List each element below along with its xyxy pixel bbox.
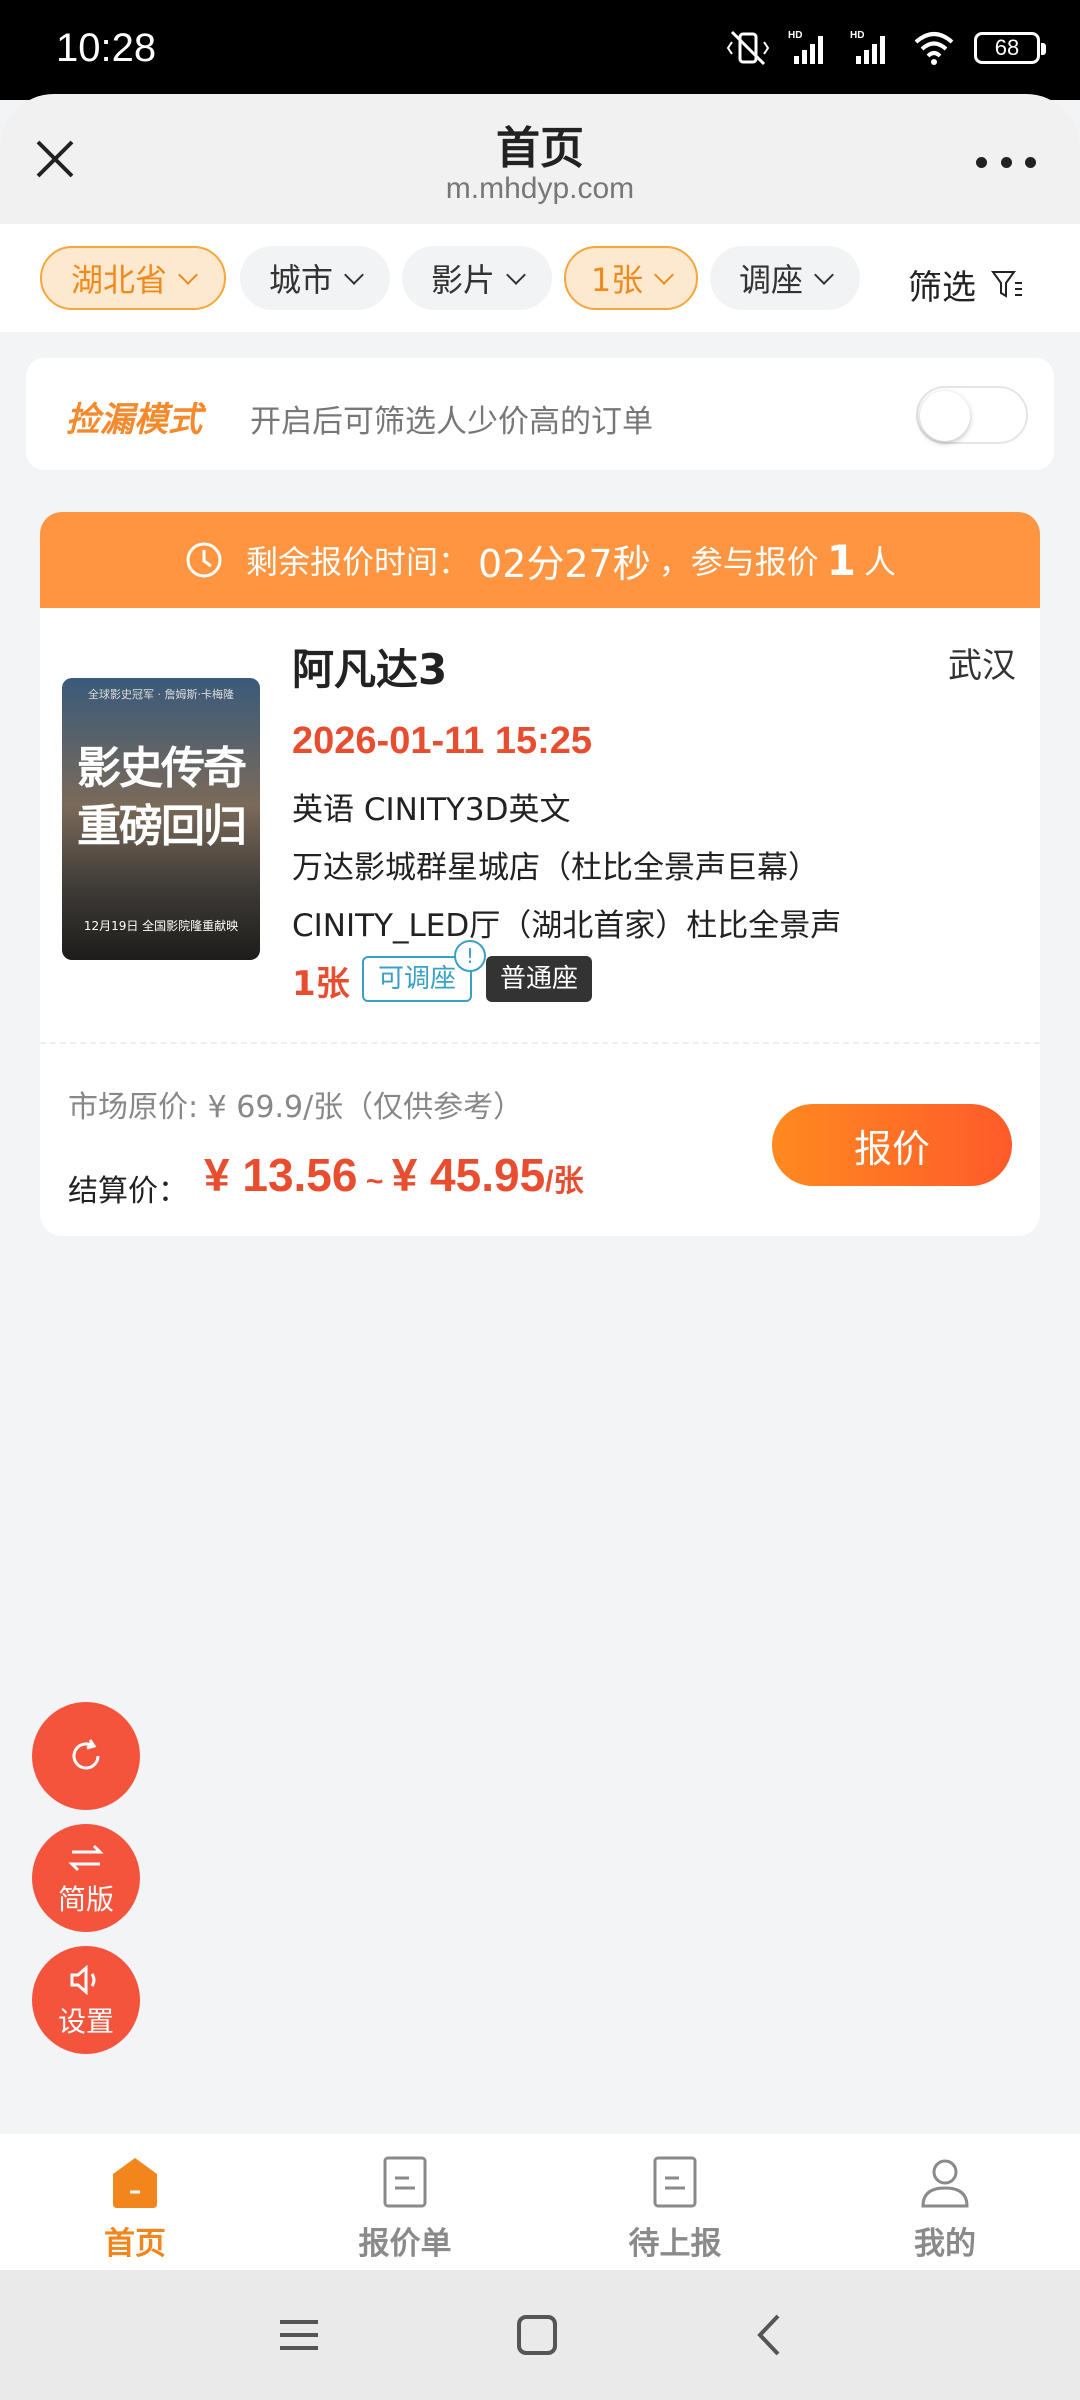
signal-hd-icon: HD <box>788 30 823 64</box>
simple-version-label: 简版 <box>57 1883 114 1916</box>
timer-label: 剩余报价时间： <box>246 543 471 581</box>
settle-price-max: ¥ 45.95 <box>391 1149 546 1201</box>
battery-icon: 68 <box>974 32 1046 64</box>
page-title: 首页 <box>496 123 584 174</box>
swap-icon <box>68 1844 104 1872</box>
filter-chip-label: 湖北省 <box>70 261 167 299</box>
nav-item-pending[interactable]: 待上报 <box>540 2134 810 2270</box>
settings-label: 设置 <box>57 2005 114 2038</box>
user-icon <box>921 2159 969 2208</box>
hall-name: CINITY_LED厅（湖北首家）杜比全景声 <box>292 908 842 944</box>
movie-poster: 全球影史冠军 · 詹姆斯·卡梅隆 影史传奇重磅回归 12月19日 全国影院隆重献… <box>62 678 260 960</box>
showtime: 2026-01-11 15:25 <box>292 720 593 762</box>
dot-icon <box>1000 156 1012 168</box>
participants-count: 1 <box>826 535 856 585</box>
mute-vibrate-icon <box>726 30 770 66</box>
svg-text:HD: HD <box>788 30 802 41</box>
filter-chip-label: 调座 <box>738 261 803 299</box>
chevron-down-icon <box>178 265 198 285</box>
participants-suffix: 人 <box>863 543 896 581</box>
settings-button[interactable]: 设置 <box>32 1946 140 2054</box>
city-label: 武汉 <box>948 646 1016 686</box>
filter-chip-city[interactable]: 城市 <box>240 246 390 310</box>
dot-icon <box>1025 156 1036 168</box>
filter-button-label: 筛选 <box>908 268 976 308</box>
movie-title: 阿凡达3 <box>292 645 448 694</box>
menu-icon[interactable] <box>274 2310 324 2360</box>
participants-prefix: ，参与报价 <box>658 543 819 581</box>
settle-price-label: 结算价： <box>68 1174 188 1209</box>
refresh-button[interactable] <box>32 1702 140 1810</box>
signal-hd-icon-2: HD <box>850 30 885 64</box>
nav-label: 首页 <box>104 2226 166 2262</box>
filter-chip-seat-adjust[interactable]: 调座 <box>710 246 860 310</box>
nav-label: 待上报 <box>628 2226 722 2262</box>
bargain-mode-toggle[interactable] <box>916 386 1028 444</box>
bottom-nav: 首页 报价单 待上报 我的 <box>0 2134 1080 2270</box>
order-timer-bar: 剩余报价时间： 02分27秒 ，参与报价 1 人 <box>40 512 1040 608</box>
nav-label: 报价单 <box>358 2226 452 2262</box>
settle-price: ¥ 13.56 ~ ¥ 45.95/张 <box>204 1148 584 1202</box>
clock-icon <box>186 542 222 578</box>
wifi-icon <box>914 32 954 65</box>
divider <box>40 1042 1040 1044</box>
filter-chip-label: 影片 <box>430 261 495 299</box>
filter-chip-province[interactable]: 湖北省 <box>40 246 226 310</box>
settle-price-separator: ~ <box>357 1165 392 1198</box>
home-square-icon[interactable] <box>512 2310 562 2360</box>
seat-type-tag: 普通座 <box>486 956 593 1002</box>
filter-chip-label: 1张 <box>590 261 644 299</box>
nav-item-quotes[interactable]: 报价单 <box>270 2134 540 2270</box>
poster-headline: 影史传奇重磅回归 <box>77 743 247 852</box>
chevron-down-icon <box>506 265 526 285</box>
filter-chip-quantity[interactable]: 1张 <box>564 246 698 310</box>
svg-text:HD: HD <box>850 30 864 41</box>
cinema-name: 万达影城群星城店（杜比全景声巨幕） <box>292 850 819 886</box>
more-options-button[interactable] <box>976 152 1036 172</box>
market-price: 市场原价: ¥ 69.9/张（仅供参考） <box>68 1090 524 1125</box>
refresh-icon <box>72 1739 100 1770</box>
filter-chip-label: 城市 <box>268 261 333 299</box>
dot-icon <box>976 156 987 168</box>
poster-date-text: 12月19日 全国影院隆重献映 <box>83 919 239 933</box>
poster-top-text: 全球影史冠军 · 詹姆斯·卡梅隆 <box>88 688 234 701</box>
language-format: 英语 CINITY3D英文 <box>292 792 571 828</box>
browser-header: 首页 m.mhdyp.com <box>0 94 1080 224</box>
settle-price-min: ¥ 13.56 <box>204 1149 358 1201</box>
chevron-down-icon <box>344 265 364 285</box>
speaker-icon <box>70 1964 96 1996</box>
document-icon <box>383 2156 427 2208</box>
status-time: 10:28 <box>56 26 157 70</box>
nav-item-home[interactable]: 首页 <box>0 2134 270 2270</box>
document-icon <box>653 2156 697 2208</box>
system-nav-bar <box>0 2270 1080 2400</box>
toggle-knob <box>920 391 970 441</box>
chevron-down-icon <box>814 265 834 285</box>
timer-value: 02分27秒 <box>478 541 651 586</box>
order-card[interactable]: 剩余报价时间： 02分27秒 ，参与报价 1 人 全球影史冠军 · 詹姆斯·卡梅… <box>40 512 1040 1236</box>
filter-button[interactable]: 筛选 <box>908 260 1024 309</box>
info-icon[interactable]: ! <box>454 940 486 972</box>
funnel-icon <box>991 270 1022 298</box>
nav-label: 我的 <box>914 2226 976 2262</box>
bargain-mode-card: 捡漏模式 开启后可筛选人少价高的订单 <box>26 358 1054 470</box>
home-icon <box>113 2158 157 2208</box>
chevron-down-icon <box>654 265 675 285</box>
simple-version-button[interactable]: 简版 <box>32 1824 140 1932</box>
status-bar: 10:28 HD HD 68 <box>0 0 1080 100</box>
nav-item-profile[interactable]: 我的 <box>810 2134 1080 2270</box>
quote-button[interactable]: 报价 <box>772 1104 1012 1186</box>
bargain-mode-description: 开启后可筛选人少价高的订单 <box>250 404 653 440</box>
filter-bar: 湖北省 城市 影片 1张 调座 筛选 <box>0 224 1080 332</box>
settle-price-unit: /张 <box>545 1165 584 1198</box>
bargain-mode-title: 捡漏模式 <box>66 400 202 440</box>
filter-chip-movie[interactable]: 影片 <box>402 246 552 310</box>
page-url: m.mhdyp.com <box>445 172 635 205</box>
ticket-quantity: 1张 <box>292 964 350 1004</box>
status-icons: HD HD 68 <box>726 28 1046 68</box>
back-icon[interactable] <box>746 2310 796 2360</box>
